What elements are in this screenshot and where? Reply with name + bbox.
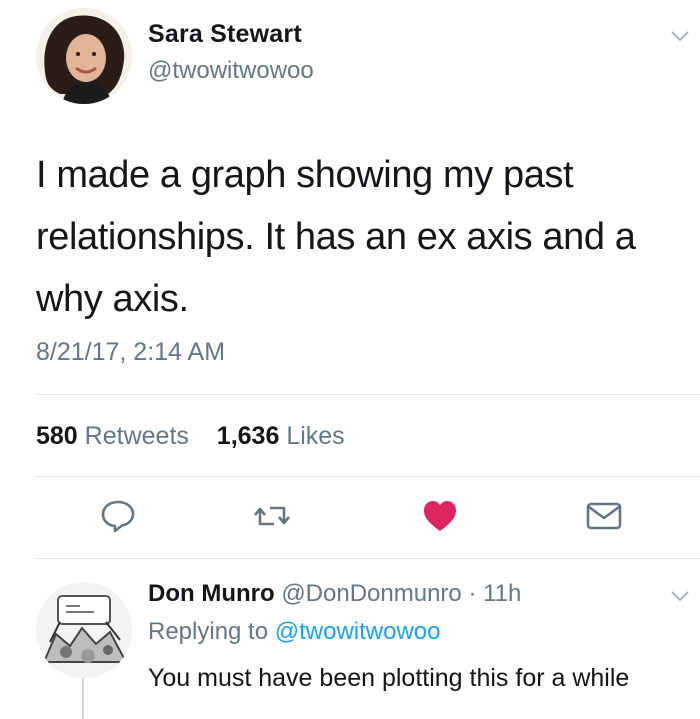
retweet-button[interactable]	[252, 496, 292, 536]
tweet-text-line: relationships. It has an ex axis and a	[36, 216, 636, 258]
retweet-icon	[254, 506, 290, 526]
tweet-timestamp[interactable]: 8/21/17, 2:14 AM	[36, 338, 225, 367]
replying-to-prefix: Replying to	[148, 618, 269, 645]
chevron-down-icon[interactable]	[668, 24, 692, 48]
reply-text: You must have been plotting this for a w…	[148, 664, 630, 692]
retweets-count[interactable]: 580	[36, 422, 78, 450]
main-tweet: Sara Stewart @twowitwowoo I made a graph…	[0, 0, 700, 560]
divider	[36, 476, 700, 477]
reply-button[interactable]	[98, 496, 138, 536]
reply-author-name[interactable]: Don Munro	[148, 580, 275, 607]
direct-message-button[interactable]	[584, 496, 624, 536]
reply-tweet[interactable]: Don Munro @DonDonmunro · 11h Replying to…	[0, 560, 700, 719]
reply-separator: ·	[468, 580, 477, 607]
envelope-icon	[586, 502, 622, 530]
reply-author-avatar-image	[36, 582, 132, 678]
replying-to: Replying to @twowitwowoo	[148, 618, 441, 646]
like-button[interactable]	[420, 496, 460, 536]
author-handle[interactable]: @twowitwowoo	[148, 57, 314, 85]
heart-icon	[424, 501, 456, 531]
likes-count[interactable]: 1,636	[217, 422, 280, 450]
author-avatar-image	[36, 8, 132, 104]
replying-to-handle[interactable]: @twowitwowoo	[275, 618, 441, 645]
thread-line	[82, 678, 84, 719]
author-name[interactable]: Sara Stewart	[148, 20, 302, 49]
reply-header: Don Munro @DonDonmunro · 11h	[148, 580, 521, 608]
reply-author-handle[interactable]: @DonDonmunro	[281, 580, 461, 607]
reply-time-ago[interactable]: 11h	[483, 580, 521, 607]
tweet-stats: 580 Retweets 1,636 Likes	[36, 422, 345, 451]
tweet-text-line: I made a graph showing my past	[36, 154, 574, 196]
divider	[36, 558, 700, 559]
reply-author-avatar[interactable]	[36, 582, 132, 678]
tweet-text-line: why axis.	[36, 278, 189, 320]
likes-label[interactable]: Likes	[286, 422, 344, 450]
retweets-label[interactable]: Retweets	[85, 422, 189, 450]
tweet-text: I made a graph showing my past relations…	[36, 144, 676, 330]
divider	[36, 394, 700, 395]
chevron-down-icon[interactable]	[668, 584, 692, 608]
reply-icon	[101, 500, 135, 533]
author-avatar[interactable]	[36, 8, 132, 104]
